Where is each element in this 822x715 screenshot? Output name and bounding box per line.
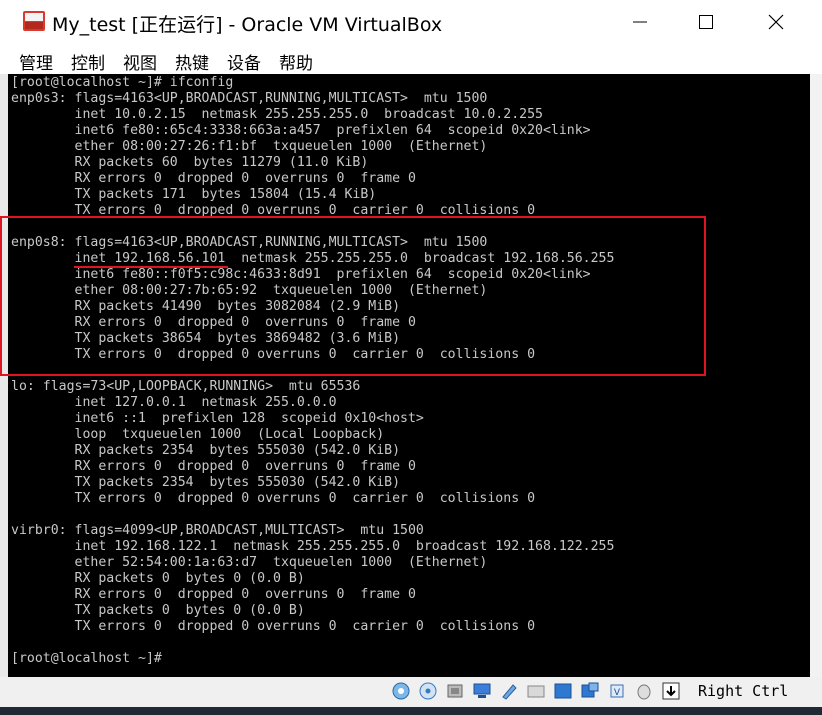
- terminal-line: ether 08:00:27:26:f1:bf txqueuelen 1000 …: [11, 139, 488, 154]
- menu-bar: 管理 控制 视图 热键 设备 帮助: [0, 44, 822, 74]
- terminal-line: TX errors 0 dropped 0 overruns 0 carrier…: [11, 619, 536, 634]
- menu-item-control[interactable]: 控制: [71, 49, 105, 74]
- terminal-line: inet6 fe80::65c4:3338:663a:a457 prefixle…: [11, 123, 591, 138]
- terminal-line: loop txqueuelen 1000 (Local Loopback): [11, 427, 385, 442]
- close-button[interactable]: [746, 0, 806, 44]
- virtualbox-app-icon: [23, 11, 45, 31]
- shared-folders-icon[interactable]: [526, 681, 546, 701]
- host-key-label: Right Ctrl: [698, 682, 789, 700]
- display-icon[interactable]: [553, 681, 573, 701]
- terminal-line: TX errors 0 dropped 0 overruns 0 carrier…: [11, 491, 536, 506]
- window-title: My_test [正在运行] - Oracle VM VirtualBox: [52, 14, 443, 36]
- maximize-button[interactable]: [676, 0, 736, 44]
- taskbar-edge: [0, 707, 822, 715]
- status-bar: V Right Ctrl: [0, 677, 822, 707]
- svg-text:V: V: [614, 688, 621, 698]
- terminal-line: RX packets 60 bytes 11279 (11.0 KiB): [11, 155, 369, 170]
- menu-item-view[interactable]: 视图: [123, 49, 157, 74]
- terminal-line: inet 127.0.0.1 netmask 255.0.0.0: [11, 395, 337, 410]
- terminal-line: inet 192.168.122.1 netmask 255.255.255.0…: [11, 539, 615, 554]
- terminal-line: enp0s3: flags=4163<UP,BROADCAST,RUNNING,…: [11, 91, 488, 106]
- usb-icon[interactable]: [499, 681, 519, 701]
- terminal-line: virbr0: flags=4099<UP,BROADCAST,MULTICAS…: [11, 523, 424, 538]
- audio-icon[interactable]: [445, 681, 465, 701]
- terminal-line: RX packets 2354 bytes 555030 (542.0 KiB): [11, 443, 401, 458]
- keyboard-capture-icon[interactable]: [661, 681, 681, 701]
- maximize-icon: [699, 15, 713, 29]
- menu-item-manage[interactable]: 管理: [19, 49, 53, 74]
- cpu-icon[interactable]: V: [607, 681, 627, 701]
- network-icon[interactable]: [472, 681, 492, 701]
- terminal-line: inet6 ::1 prefixlen 128 scopeid 0x10<hos…: [11, 411, 424, 426]
- terminal-line: RX packets 0 bytes 0 (0.0 B): [11, 571, 305, 586]
- terminal-line: RX errors 0 dropped 0 overruns 0 frame 0: [11, 459, 416, 474]
- close-icon: [768, 14, 784, 30]
- terminal-line: RX errors 0 dropped 0 overruns 0 frame 0: [11, 587, 416, 602]
- menu-item-devices[interactable]: 设备: [227, 49, 261, 74]
- title-bar[interactable]: My_test [正在运行] - Oracle VM VirtualBox: [0, 0, 822, 44]
- terminal-line: inet 10.0.2.15 netmask 255.255.255.0 bro…: [11, 107, 543, 122]
- right-window-edge: [810, 74, 822, 677]
- mouse-integration-icon[interactable]: [634, 681, 654, 701]
- terminal-line: ether 52:54:00:1a:63:d7 txqueuelen 1000 …: [11, 555, 488, 570]
- terminal-line: lo: flags=73<UP,LOOPBACK,RUNNING> mtu 65…: [11, 379, 361, 394]
- minimize-button[interactable]: [610, 0, 670, 44]
- video-capture-icon[interactable]: [580, 681, 600, 701]
- hard-disk-icon[interactable]: [391, 681, 411, 701]
- terminal-line: RX errors 0 dropped 0 overruns 0 frame 0: [11, 171, 416, 186]
- terminal-line: [root@localhost ~]#: [11, 651, 162, 666]
- menu-item-hotkey[interactable]: 热键: [175, 49, 209, 74]
- terminal-line: TX packets 2354 bytes 555030 (542.0 KiB): [11, 475, 401, 490]
- menu-item-help[interactable]: 帮助: [279, 49, 313, 74]
- annotation-underline: [74, 266, 228, 268]
- annotation-highlight-box: [0, 216, 706, 376]
- terminal-line: [root@localhost ~]# ifconfig: [11, 75, 234, 90]
- terminal-line: TX packets 171 bytes 15804 (15.4 KiB): [11, 187, 377, 202]
- terminal-line: TX packets 0 bytes 0 (0.0 B): [11, 603, 305, 618]
- minimize-icon: [633, 21, 647, 23]
- optical-drive-icon[interactable]: [418, 681, 438, 701]
